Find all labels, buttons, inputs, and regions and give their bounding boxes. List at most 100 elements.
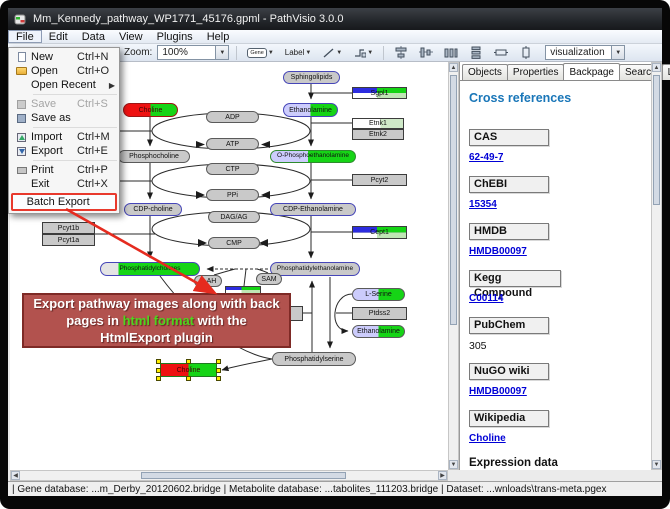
menu-view[interactable]: View [112,30,150,43]
section-title: PubChem [469,317,549,334]
menu-item-open-recent[interactable]: Open Recent▶ [9,78,119,92]
tab-objects[interactable]: Objects [462,64,508,80]
selection-handle[interactable] [216,368,221,373]
scroll-right-icon[interactable]: ▶ [438,471,447,480]
tab-properties[interactable]: Properties [507,64,565,80]
node-cmp[interactable]: CMP [208,237,260,249]
node-cdp-ethanolamine[interactable]: CDP-Ethanolamine [270,203,356,216]
menu-item-import[interactable]: ImportCtrl+M [9,130,119,144]
selection-handle[interactable] [156,359,161,364]
node-ctp[interactable]: CTP [206,163,259,175]
node-sgpl1[interactable]: Sgpl1 [352,87,407,99]
node-phosphatidylethanolamine[interactable]: Phosphatidylethanolamine [270,262,360,276]
backpage-section-kegg: Kegg Compound C00114 [469,270,629,306]
scroll-down-icon[interactable]: ▼ [652,460,661,469]
node-adp[interactable]: ADP [206,111,259,123]
selection-handle[interactable] [216,359,221,364]
scroll-up-icon[interactable]: ▲ [652,63,661,72]
node-o-phosphoethanolamine[interactable]: O-Phosphoethanolamine [270,150,356,163]
menu-item-save: SaveCtrl+S [9,97,119,111]
panel-vertical-scrollbar[interactable]: ▲ ▼ [651,62,662,470]
scroll-up-icon[interactable]: ▲ [449,63,458,72]
line-tool-button[interactable]: ▼ [319,45,345,60]
node-choline-top[interactable]: Choline [123,103,178,117]
node-cept1[interactable]: Cept1 [352,226,407,239]
node-ethanolamine-top[interactable]: Ethanolamine [283,103,338,117]
node-ethanolamine-bottom[interactable]: Ethanolamine [352,325,405,338]
node-sam[interactable]: SAM [256,273,282,285]
tab-legend[interactable]: Legend [662,64,670,80]
menu-help[interactable]: Help [200,30,237,43]
title-bar[interactable]: Mm_Kennedy_pathway_WP1771_45176.gpml - P… [8,8,662,30]
save-as-icon [17,114,26,123]
save-icon [17,100,26,109]
node-dag-ag[interactable]: DAG/AG [208,211,260,223]
visualization-combobox[interactable]: visualization ▼ [545,45,625,60]
scroll-left-icon[interactable]: ◀ [11,471,20,480]
section-title: Wikipedia [469,410,549,427]
selection-handle[interactable] [186,376,191,381]
chevron-down-icon[interactable]: ▼ [215,46,228,59]
submenu-arrow-icon: ▶ [109,81,115,90]
node-atp[interactable]: ATP [206,138,259,150]
datanode-tool-button[interactable]: Gene ▼ [244,45,276,60]
scroll-down-icon[interactable]: ▼ [449,460,458,469]
node-cdp-choline[interactable]: CDP-choline [124,203,182,216]
stack-horizontal-button[interactable] [491,45,511,60]
node-phosphatidylserine[interactable]: Phosphatidylserine [272,352,356,366]
canvas-horizontal-scrollbar[interactable]: ◀ ▶ [10,470,448,481]
tab-backpage[interactable]: Backpage [563,63,619,80]
node-pcyt2[interactable]: Pcyt2 [352,174,407,186]
menu-edit[interactable]: Edit [42,30,75,43]
node-etnk2[interactable]: Etnk2 [352,129,404,140]
menu-plugins[interactable]: Plugins [150,30,200,43]
canvas-vertical-scrollbar[interactable]: ▲ ▼ [448,62,459,470]
connector-tool-button[interactable]: ▼ [350,45,376,60]
xref-link[interactable]: C00114 [469,293,503,304]
scrollbar-thumb[interactable] [653,75,660,205]
selection-handle[interactable] [156,368,161,373]
align-center-horizontal-button[interactable] [391,45,411,60]
align-center-horizontal-icon [394,46,408,59]
menu-file[interactable]: File [8,30,42,43]
scrollbar-thumb[interactable] [450,75,457,325]
node-pcyt1a[interactable]: Pcyt1a [42,234,95,246]
selection-handle[interactable] [216,376,221,381]
node-phosphatidylcholines[interactable]: Phosphatidylcholines [100,262,200,276]
node-etnk1[interactable]: Etnk1 [352,118,404,129]
menu-item-export[interactable]: ExportCtrl+E [9,144,119,158]
menu-item-print[interactable]: PrintCtrl+P [9,163,119,177]
xref-link[interactable]: 62-49-7 [469,152,503,163]
menu-item-open[interactable]: OpenCtrl+O [9,64,119,78]
distribute-horizontal-button[interactable] [441,45,461,60]
scrollbar-thumb[interactable] [141,472,346,479]
import-icon [17,133,26,142]
menu-item-exit[interactable]: ExitCtrl+X [9,177,119,191]
node-s-ah[interactable]: S-AH [194,275,222,287]
align-center-vertical-button[interactable] [416,45,436,60]
selection-handle[interactable] [186,359,191,364]
menu-item-new[interactable]: NewCtrl+N [9,50,119,64]
node-choline-selected[interactable]: Choline [160,363,217,377]
node-ptdss2[interactable]: Ptdss2 [352,307,407,320]
stack-vertical-button[interactable] [516,45,536,60]
node-pcyt1b[interactable]: Pcyt1b [42,222,95,234]
xref-link[interactable]: Choline [469,433,506,444]
screenshot-frame: Mm_Kennedy_pathway_WP1771_45176.gpml - P… [0,0,670,509]
zoom-combobox[interactable]: 100% ▼ [157,45,229,60]
menu-item-batch-export[interactable]: Batch Export [13,195,115,209]
node-sphingolipids[interactable]: Sphingolipids [283,71,340,84]
node-ppi[interactable]: PPi [206,189,259,201]
node-l-serine[interactable]: L-Serine [352,288,405,301]
chevron-down-icon[interactable]: ▼ [611,46,624,59]
distribute-vertical-button[interactable] [466,45,486,60]
menu-item-save-as[interactable]: Save as [9,111,119,125]
node-phosphocholine[interactable]: Phosphocholine [118,150,190,163]
xref-link[interactable]: 15354 [469,199,497,210]
label-tool-button[interactable]: Label ▼ [282,45,315,60]
menu-data[interactable]: Data [75,30,112,43]
selection-handle[interactable] [156,376,161,381]
xref-link[interactable]: HMDB00097 [469,246,527,257]
xref-link[interactable]: HMDB00097 [469,386,527,397]
print-icon [17,167,27,174]
